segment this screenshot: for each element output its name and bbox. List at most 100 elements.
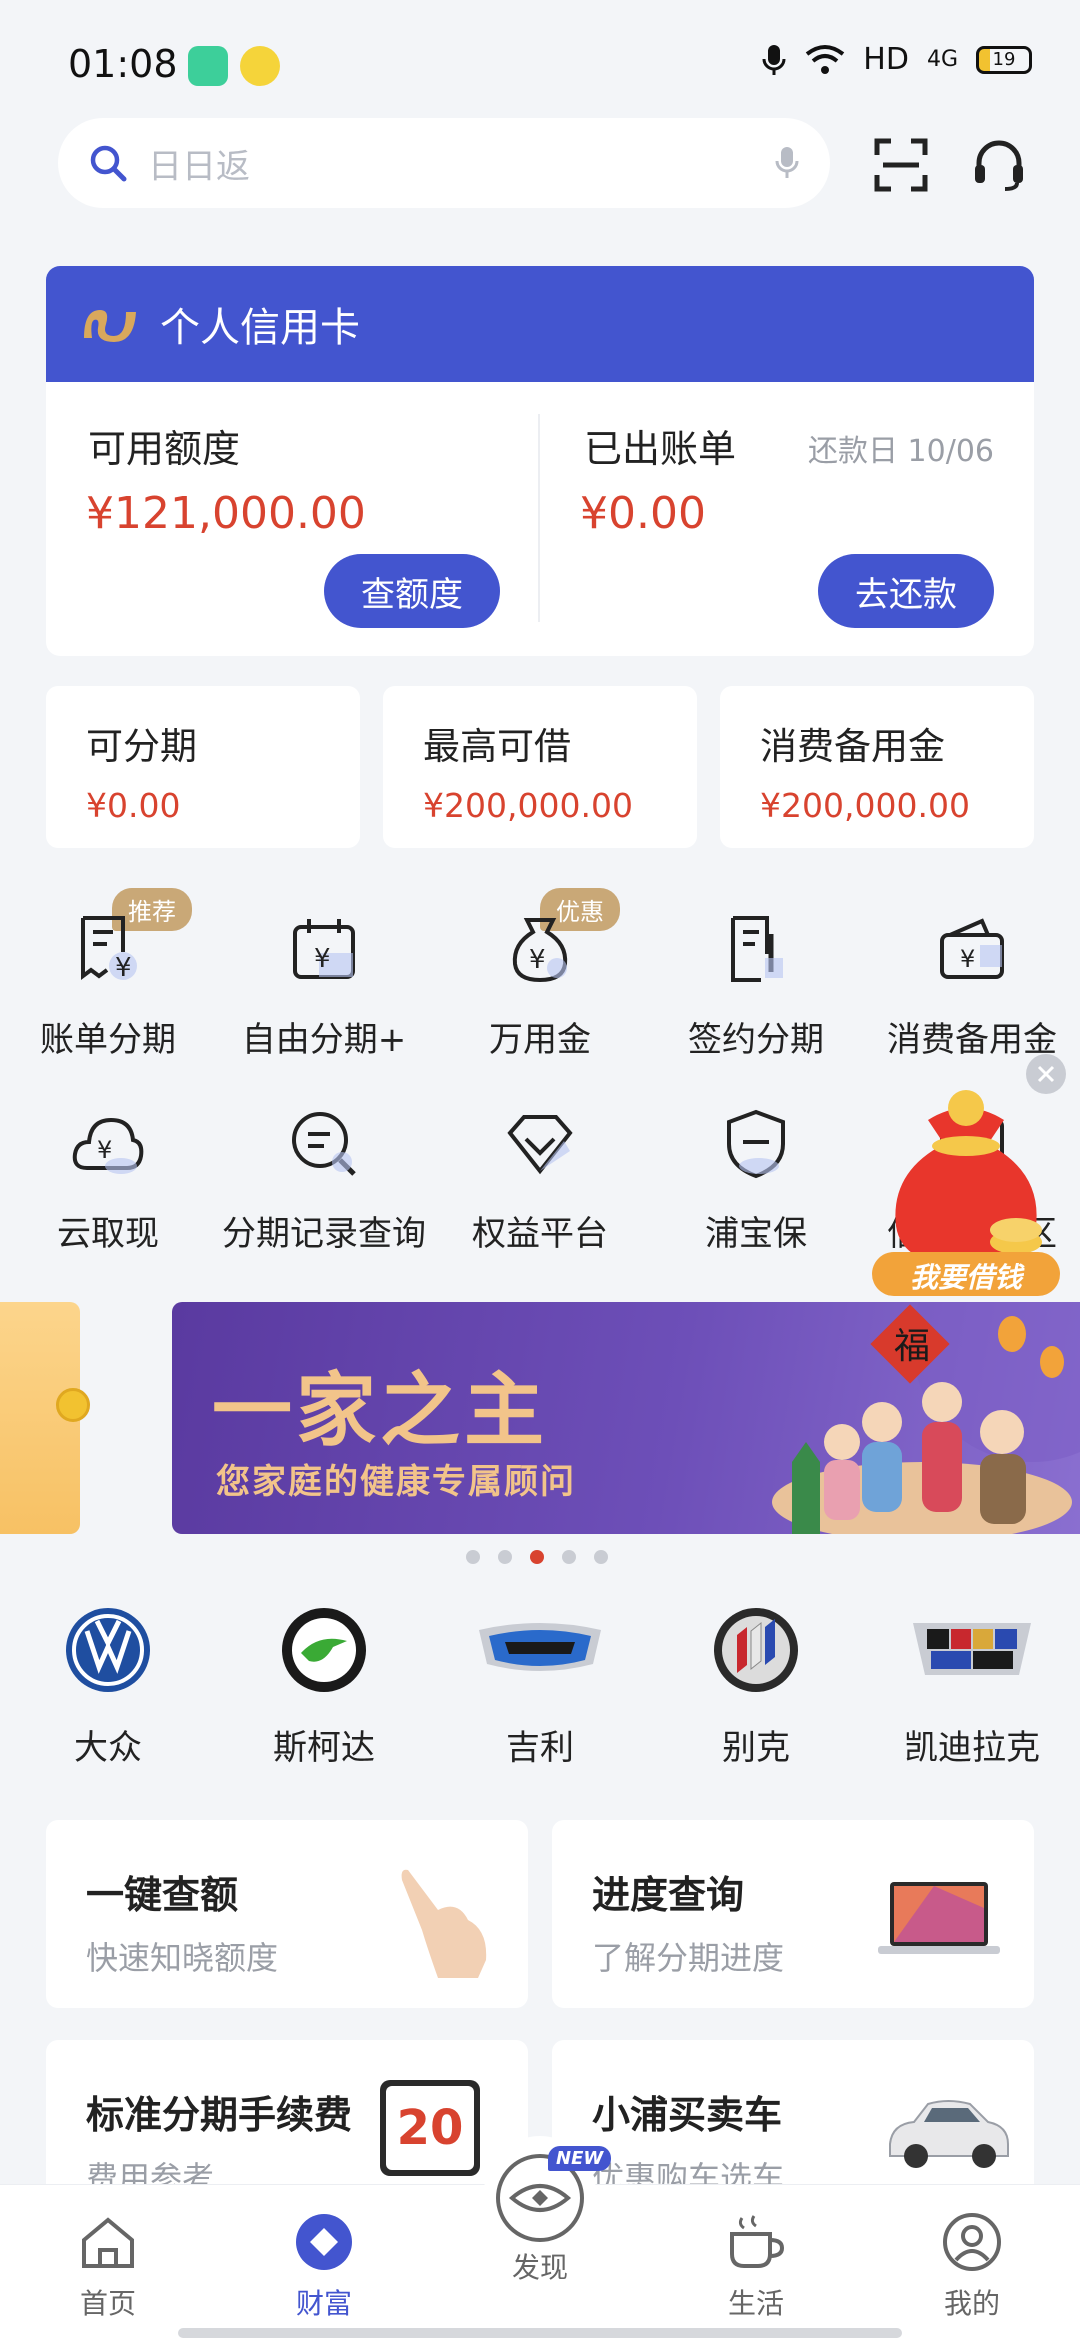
available-limit-amount: ¥121,000.00 [86,488,366,539]
service-free-installment[interactable]: ¥ 自由分期+ [216,910,432,1061]
microphone-icon [762,44,786,75]
tab-label: 发现 [511,2251,568,2284]
summary-card[interactable]: 可分期 ¥0.00 [46,686,360,848]
tab-label: 我的 [943,2287,1000,2320]
svg-text:¥: ¥ [529,945,546,975]
profile-icon [940,2210,1004,2274]
service-label: 权益平台 [472,1214,608,1254]
geely-logo [475,1604,605,1696]
service-label: 万用金 [489,1020,591,1060]
service-bill-installment[interactable]: ¥ 账单分期 [0,910,216,1061]
bank-logo-icon [84,310,136,342]
check-limit-button[interactable]: 查额度 [324,554,500,628]
bill-installment-icon: ¥ [68,910,148,990]
credit-card-title: 个人信用卡 [160,305,360,351]
summary-card[interactable]: 最高可借 ¥200,000.00 [383,686,697,848]
service-record-search[interactable]: 分期记录查询 [216,1104,432,1255]
summary-value: ¥200,000.00 [760,786,970,825]
feature-progress-query[interactable]: 进度查询 了解分期进度 [552,1820,1034,2008]
pagination-dot[interactable] [594,1550,608,1564]
brand-skoda[interactable]: 斯柯达 [216,1604,432,1769]
service-cloud-cash[interactable]: ¥ 云取现 [0,1104,216,1255]
tab-label: 首页 [79,2287,136,2320]
pagination-dot[interactable] [562,1550,576,1564]
brand-vw[interactable]: 大众 [0,1604,216,1769]
cloud-cash-icon: ¥ [68,1104,148,1184]
tab-mine[interactable]: 我的 [864,2210,1080,2322]
summary-label: 可分期 [86,725,197,768]
borrow-money-floating-ad[interactable]: 我要借钱 [866,1086,1066,1306]
tab-discover[interactable]: NEW 发现 [432,2146,648,2286]
brand-label: 别克 [722,1728,790,1768]
service-pubaobao[interactable]: 浦宝保 [648,1104,864,1255]
wifi-icon [806,44,845,74]
wealth-icon [292,2210,356,2274]
banner-subline: 您家庭的健康专属顾问 [216,1462,576,1502]
summary-card[interactable]: 消费备用金 ¥200,000.00 [720,686,1034,848]
search-icon [90,145,127,182]
svg-text:¥: ¥ [97,1136,112,1164]
coffee-icon [724,2210,788,2274]
home-indicator [178,2328,902,2338]
voice-search-icon[interactable] [774,145,800,181]
brand-label: 凯迪拉克 [904,1728,1040,1768]
wallet-icon: ¥ [932,910,1012,990]
calendar-yen-icon: ¥ [284,910,364,990]
summary-value: ¥200,000.00 [423,786,633,825]
feature-quick-limit[interactable]: 一键查额 快速知晓额度 [46,1820,528,2008]
tab-wealth[interactable]: 财富 [216,2210,432,2322]
signal-label: 4G [926,47,958,72]
network-label: HD [863,42,909,77]
billed-label: 已出账单 [584,427,737,471]
battery-level: 19 [992,49,1016,70]
rights-icon [500,1104,580,1184]
pagination-dot[interactable] [498,1550,512,1564]
summary-label: 最高可借 [423,725,571,768]
pointing-hand-icon [401,1869,487,1978]
brand-label: 斯柯达 [273,1728,375,1768]
credit-card-header[interactable]: 个人信用卡 [46,266,1034,382]
brand-cadillac[interactable]: 凯迪拉克 [864,1604,1080,1769]
due-date: 还款日 10/06 [808,434,994,469]
coin-icon [56,1388,90,1422]
service-wanyongjin[interactable]: ¥ 万用金 [432,910,648,1061]
search-placeholder: 日日返 [148,146,250,187]
tab-label: 生活 [727,2287,784,2320]
service-consumer-reserve[interactable]: ¥ 消费备用金 [864,910,1080,1061]
svg-text:¥: ¥ [314,944,331,974]
brand-buick[interactable]: 别克 [648,1604,864,1769]
previous-banner-peek[interactable] [0,1302,90,1534]
tab-life[interactable]: 生活 [648,2210,864,2322]
customer-service-icon[interactable] [964,130,1034,200]
scan-icon[interactable] [866,130,936,200]
service-label: 账单分期 [40,1020,176,1060]
vw-logo [62,1604,154,1696]
summary-label: 消费备用金 [760,725,945,768]
service-label: 分期记录查询 [222,1214,426,1254]
status-bar: 01:08 HD 4G 19 [0,0,1080,120]
pagination-dot[interactable] [466,1550,480,1564]
service-label: 云取现 [57,1214,159,1254]
family-illustration: 福 [772,1302,1080,1534]
svg-text:¥: ¥ [960,945,975,973]
credit-card-panel: 可用额度 ¥121,000.00 查额度 已出账单 还款日 10/06 ¥0.0… [46,382,1034,656]
tab-home[interactable]: 首页 [0,2210,216,2322]
status-indicators: HD 4G 19 [761,42,1032,77]
skoda-logo [278,1604,370,1696]
service-label: 浦宝保 [705,1214,807,1254]
battery-icon: 19 [976,45,1032,74]
laptop-icon [878,1882,1000,1954]
promo-banner[interactable]: 一家之主 您家庭的健康专属顾问 福 [172,1302,1080,1534]
repay-button[interactable]: 去还款 [818,554,994,628]
service-rights-platform[interactable]: 权益平台 [432,1104,648,1255]
search-bar[interactable]: 日日返 [58,118,830,208]
pagination-dot-active[interactable] [530,1550,544,1564]
brand-geely[interactable]: 吉利 [432,1604,648,1769]
divider [538,414,540,622]
svg-text:福: 福 [894,1326,930,1367]
contract-icon [716,910,796,990]
record-search-icon [284,1104,364,1184]
app-notification-icon [188,46,228,86]
service-contract-installment[interactable]: 签约分期 [648,910,864,1061]
brand-label: 大众 [74,1728,142,1768]
